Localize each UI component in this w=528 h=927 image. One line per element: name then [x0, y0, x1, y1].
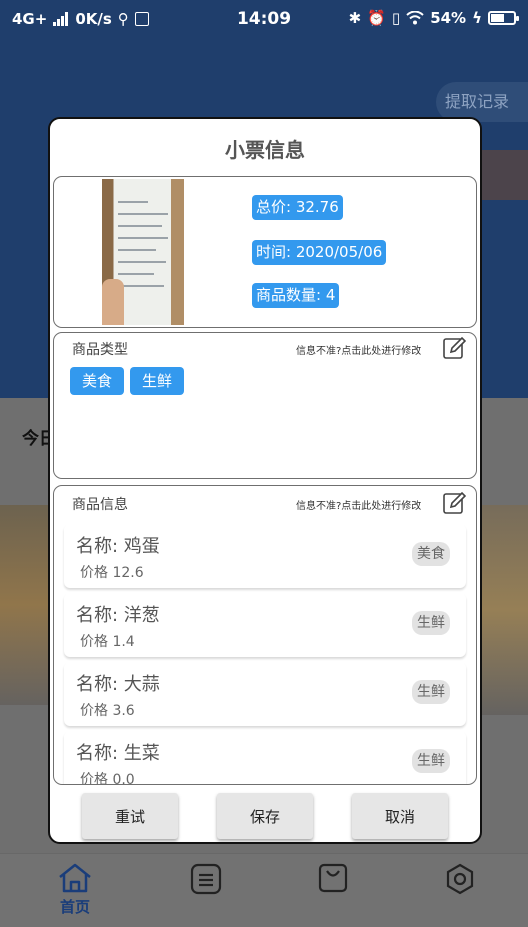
goods-info-card: 商品信息 信息不准?点击此处进行修改 名称: 鸡蛋 价格 12.6 美食 名称:… — [53, 485, 477, 785]
save-button[interactable]: 保存 — [217, 793, 313, 839]
tab-bag[interactable] — [303, 862, 363, 894]
background-image-right — [480, 505, 528, 715]
receipt-time-chip: 时间: 2020/05/06 — [252, 240, 387, 265]
goods-list-item[interactable]: 名称: 洋葱 价格 1.4 生鲜 — [64, 593, 466, 657]
goods-price: 价格 1.4 — [80, 634, 135, 650]
types-edit-hint[interactable]: 信息不准?点击此处进行修改 — [296, 342, 421, 357]
wifi-icon — [406, 11, 424, 25]
goods-category-tag: 生鲜 — [412, 611, 450, 635]
goods-price: 价格 0.0 — [80, 772, 135, 785]
tab-home-label: 首页 — [59, 898, 90, 916]
tab-list[interactable] — [176, 862, 236, 896]
receipt-photo-thumb — [102, 279, 124, 325]
item-count-chip: 商品数量: 4 — [252, 283, 340, 308]
settings-hex-icon — [446, 863, 474, 895]
status-bar: 4G+ 0K/s ⚲ 14:09 ✱ ⏰ ▯ 54% ϟ — [0, 0, 528, 40]
goods-list-item[interactable]: 名称: 鸡蛋 价格 12.6 美食 — [64, 524, 466, 588]
bottom-tab-bar: 首页 — [0, 853, 528, 927]
edit-icon[interactable] — [442, 491, 466, 515]
receipt-summary-card: 总价: 32.76 时间: 2020/05/06 商品数量: 4 — [53, 176, 477, 328]
goods-section-label: 商品信息 — [72, 497, 128, 513]
retry-button[interactable]: 重试 — [82, 793, 178, 839]
charging-icon: ϟ — [472, 9, 482, 27]
goods-list-item[interactable]: 名称: 大蒜 价格 3.6 生鲜 — [64, 662, 466, 726]
battery-percent: 54% — [430, 9, 467, 27]
battery-icon — [488, 11, 519, 25]
vibrate-icon: ▯ — [391, 9, 401, 27]
type-tag[interactable]: 美食 — [70, 367, 125, 395]
background-image-left — [0, 505, 48, 705]
background-image-right-top — [480, 150, 528, 200]
tab-settings[interactable] — [430, 862, 490, 896]
goods-name: 名称: 洋葱 — [76, 605, 160, 626]
types-section-label: 商品类型 — [72, 342, 128, 358]
edit-icon[interactable] — [442, 336, 466, 360]
status-right: ✱ ⏰ ▯ 54% ϟ — [348, 9, 519, 27]
bluetooth-icon: ✱ — [348, 9, 362, 27]
dialog-title: 小票信息 — [225, 138, 305, 162]
goods-edit-hint[interactable]: 信息不准?点击此处进行修改 — [296, 497, 421, 512]
total-price-chip: 总价: 32.76 — [252, 195, 343, 220]
receipt-photo[interactable] — [102, 179, 184, 325]
tab-home[interactable]: 首页 — [45, 862, 105, 917]
receipt-info-dialog: 小票信息 总价: 32.76 时间: 2020/05/06 商品数量: 4 商品… — [48, 117, 482, 844]
alarm-icon: ⏰ — [367, 9, 386, 27]
cancel-button[interactable]: 取消 — [352, 793, 448, 839]
list-icon — [190, 863, 222, 895]
goods-category-tag: 生鲜 — [412, 680, 450, 704]
goods-price: 价格 3.6 — [80, 703, 135, 719]
extract-records-button[interactable]: 提取记录 — [436, 82, 528, 122]
goods-category-tag: 生鲜 — [412, 749, 450, 773]
goods-name: 名称: 生菜 — [76, 743, 160, 764]
goods-name: 名称: 大蒜 — [76, 674, 160, 695]
goods-types-card: 商品类型 信息不准?点击此处进行修改 美食 生鲜 — [53, 332, 477, 479]
goods-price: 价格 12.6 — [80, 565, 144, 581]
home-icon — [59, 863, 91, 893]
type-tag[interactable]: 生鲜 — [130, 367, 185, 395]
bag-icon — [318, 863, 348, 893]
goods-list-item[interactable]: 名称: 生菜 价格 0.0 生鲜 — [64, 731, 466, 785]
goods-name: 名称: 鸡蛋 — [76, 536, 160, 557]
goods-category-tag: 美食 — [412, 542, 450, 566]
